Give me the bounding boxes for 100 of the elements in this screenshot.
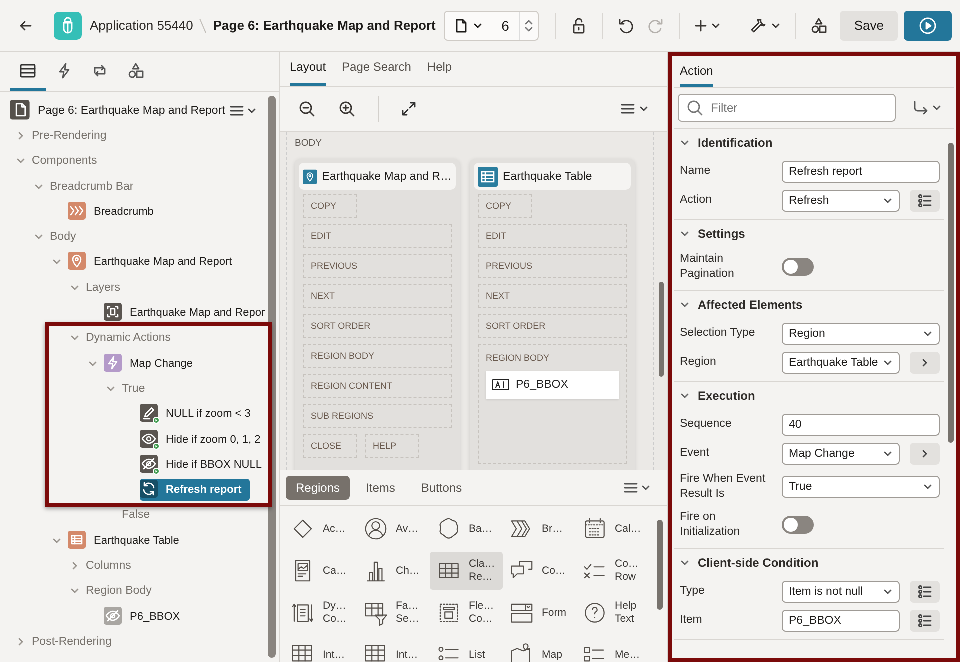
text-field[interactable]: P6_BBOX xyxy=(782,610,900,632)
section-header[interactable]: Identification xyxy=(674,129,779,157)
toggle-switch[interactable] xyxy=(782,516,814,534)
layout-tab[interactable]: Page Search xyxy=(342,60,412,86)
gallery-item[interactable]: Form xyxy=(503,594,576,632)
gallery-item[interactable]: Ca… xyxy=(284,552,357,590)
filter-field[interactable]: Filter xyxy=(678,94,896,122)
tree-node[interactable]: Breadcrumb Bar xyxy=(50,176,138,198)
layer-icon xyxy=(104,303,124,324)
text-field[interactable]: 40 xyxy=(782,414,940,436)
page-selector[interactable]: 6 xyxy=(444,10,540,40)
tree-node[interactable]: Breadcrumb xyxy=(68,200,158,223)
tree-node[interactable]: NULL if zoom < 3 xyxy=(140,403,255,426)
list-icon xyxy=(917,192,933,208)
gallery-item[interactable]: Dy… Co… xyxy=(284,594,357,632)
menu-icon xyxy=(623,480,639,494)
section-header[interactable]: Client-side Condition xyxy=(674,549,825,577)
gallery-item[interactable]: Me… xyxy=(576,636,649,662)
region-title[interactable]: Earthquake Map and R… xyxy=(299,163,456,190)
property-label: Maintain Pagination xyxy=(680,252,736,282)
gallery-item[interactable]: Cla… Re… xyxy=(430,552,503,590)
section-header[interactable]: Execution xyxy=(674,382,762,410)
tree-node[interactable]: Refresh report xyxy=(140,479,250,502)
select-field[interactable]: Region xyxy=(782,322,940,344)
gallery-tab[interactable]: Buttons xyxy=(411,476,472,500)
layout-tab[interactable]: Help xyxy=(427,60,452,86)
tree-node[interactable]: Map Change xyxy=(104,352,197,375)
gallery-menu-button[interactable] xyxy=(623,480,651,494)
tree-node[interactable]: Hide if BBOX NULL xyxy=(140,454,265,476)
region-title[interactable]: Earthquake Table xyxy=(474,163,631,190)
list-button[interactable] xyxy=(910,190,940,212)
page-item[interactable]: P6_BBOX xyxy=(486,371,619,399)
region-slot: NEXT xyxy=(478,284,627,308)
section-header[interactable]: Settings xyxy=(674,220,752,248)
gallery-item[interactable]: Ac… xyxy=(284,510,357,548)
tree-node[interactable]: Post-Rendering xyxy=(32,630,116,653)
gallery-item[interactable]: Int… xyxy=(357,636,430,662)
toggle-switch[interactable] xyxy=(782,258,814,276)
tree-node[interactable]: Earthquake Table xyxy=(68,530,184,552)
tree-node[interactable]: Layers xyxy=(86,276,125,299)
tree-node[interactable]: Dynamic Actions xyxy=(86,327,176,350)
tree-node[interactable]: Body xyxy=(50,226,80,248)
gallery-item[interactable]: Ch… xyxy=(357,552,430,590)
go-to-button[interactable] xyxy=(910,352,940,374)
gallery-tab[interactable]: Items xyxy=(356,476,406,500)
tree-menu-button[interactable] xyxy=(229,104,258,118)
tree-node[interactable]: True xyxy=(122,378,150,400)
region-card[interactable]: Earthquake Table COPY EDIT PREVIOUS NEXT SORT ORDER REGION BODY P6_BBOX xyxy=(470,159,635,470)
region-slot: COPY xyxy=(303,194,357,218)
select-field[interactable]: Refresh xyxy=(782,190,900,212)
property-tab[interactable]: Action xyxy=(680,64,714,87)
page-icon xyxy=(10,100,32,122)
run-button[interactable] xyxy=(904,10,952,40)
gallery-item[interactable]: Av… xyxy=(357,510,430,548)
wrench-icon xyxy=(750,16,768,34)
property-label: Fire When Event Result Is xyxy=(680,472,767,502)
go-to-button[interactable] xyxy=(910,442,940,464)
tree-node[interactable]: Region Body xyxy=(86,580,156,602)
gallery-item[interactable]: Ba… xyxy=(430,510,503,548)
tree-node[interactable]: False xyxy=(122,504,154,526)
gallery-item[interactable]: Cal… xyxy=(576,510,649,548)
save-button[interactable]: Save xyxy=(840,10,898,40)
section-header[interactable]: Affected Elements xyxy=(674,291,809,319)
app-name[interactable]: Application 55440 xyxy=(90,18,194,33)
scrollbar[interactable] xyxy=(657,520,663,610)
tree-node[interactable]: Earthquake Map and Repor xyxy=(104,302,265,324)
layout-tab[interactable]: Layout xyxy=(290,60,326,86)
scrollbar[interactable] xyxy=(948,143,954,443)
select-field[interactable]: True xyxy=(782,476,940,498)
region-card[interactable]: Earthquake Map and R… COPY EDIT PREVIOUS NEXT SORT ORDER REGION BODY REGION CONTENT SUB REGIONS CLOSE HELP xyxy=(295,159,460,470)
select-field[interactable]: Map Change xyxy=(782,442,900,464)
tree-node[interactable]: Page 6: Earthquake Map and Report xyxy=(10,100,230,122)
list-button[interactable] xyxy=(910,610,940,632)
select-field[interactable]: Item is not null xyxy=(782,580,900,602)
gallery-item[interactable]: Int… xyxy=(284,636,357,662)
tree-node[interactable]: Earthquake Map and Report xyxy=(68,251,236,274)
list-button[interactable] xyxy=(910,580,940,602)
scrollbar[interactable] xyxy=(658,282,664,377)
gallery-item[interactable]: Fle… Co… xyxy=(430,594,503,632)
gallery-item[interactable]: Br… xyxy=(503,510,576,548)
tree-node[interactable]: P6_BBOX xyxy=(104,606,184,628)
region-slot: REGION BODY xyxy=(303,344,452,368)
tree-node[interactable]: Hide if zoom 0, 1, 2 xyxy=(140,428,265,450)
gallery-tab[interactable]: Regions xyxy=(286,476,350,500)
tree-node[interactable]: Components xyxy=(32,150,102,172)
gallery-item[interactable]: Fa… Se… xyxy=(357,594,430,632)
region-slot: SORT ORDER xyxy=(478,314,627,338)
gallery-item[interactable]: Map xyxy=(503,636,576,662)
select-field[interactable]: Earthquake Table xyxy=(782,352,900,374)
gallery-item[interactable]: Co… Row xyxy=(576,552,649,590)
text-field[interactable]: Refresh report xyxy=(782,160,940,182)
gallery-item[interactable]: Co… xyxy=(503,552,576,590)
tree-node[interactable]: Columns xyxy=(86,554,136,577)
gallery-item[interactable]: Help Text xyxy=(576,594,649,632)
table-icon xyxy=(478,166,498,186)
tree-node[interactable]: Pre-Rendering xyxy=(32,124,111,147)
caret-icon xyxy=(680,138,690,148)
property-label: Event xyxy=(680,446,710,461)
gallery-item[interactable]: List xyxy=(430,636,503,662)
region-slot: REGION CONTENT xyxy=(303,374,452,398)
